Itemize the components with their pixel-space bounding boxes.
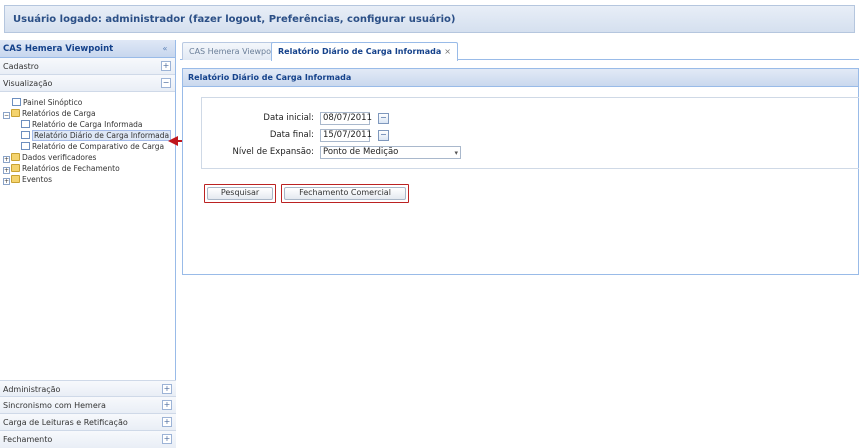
sidebar-header: CAS Hemera Viewpoint « [0, 40, 175, 58]
nivel-expansao-select[interactable]: Ponto de Medição ▾ [320, 146, 461, 159]
tab-label: Relatório Diário de Carga Informada [278, 47, 442, 56]
tree-toggle-icon[interactable]: + [3, 156, 10, 163]
nivel-expansao-label: Nível de Expansão: [232, 147, 314, 157]
tree-item-relatorio-comparativo-carga[interactable]: Relatório de Comparativo de Carga [21, 141, 164, 152]
accordion-label: Administração [3, 385, 61, 394]
tree-toggle-icon[interactable]: − [3, 112, 10, 119]
sidebar-bottom-sections: Administração + Sincronismo com Hemera +… [0, 380, 176, 448]
accordion-label: Sincronismo com Hemera [3, 401, 106, 410]
tree-item-painel-sinoptico[interactable]: Painel Sinóptico [12, 97, 82, 108]
tree-item-relatorio-carga-informada[interactable]: Relatório de Carga Informada [21, 119, 143, 130]
document-icon [21, 131, 30, 139]
expand-icon[interactable]: + [162, 434, 172, 444]
report-panel-title: Relatório Diário de Carga Informada [188, 73, 352, 82]
collapse-section-icon[interactable]: − [161, 78, 171, 88]
accordion-label: Carga de Leituras e Retificação [3, 418, 128, 427]
folder-icon [11, 153, 20, 161]
pesquisar-highlight: Pesquisar [204, 184, 276, 203]
expand-icon[interactable]: + [161, 61, 171, 71]
folder-icon [11, 109, 20, 117]
tab-relatorio-diario[interactable]: Relatório Diário de Carga Informada × [271, 42, 458, 61]
report-panel-header: Relatório Diário de Carga Informada [182, 68, 859, 87]
accordion-carga-leituras[interactable]: Carga de Leituras e Retificação + [0, 414, 176, 431]
document-icon [21, 142, 30, 150]
accordion-label: Fechamento [3, 435, 53, 444]
accordion-sincronismo[interactable]: Sincronismo com Hemera + [0, 397, 176, 414]
folder-icon [11, 175, 20, 183]
tree-item-relatorio-diario-carga-informada[interactable]: Relatório Diário de Carga Informada [21, 130, 172, 141]
sidebar-title: CAS Hemera Viewpoint [3, 44, 114, 54]
user-logged-text[interactable]: Usuário logado: administrador (fazer log… [13, 14, 456, 25]
tree-item-relatorios-de-carga[interactable]: − Relatórios de Carga [3, 108, 96, 119]
pesquisar-button[interactable]: Pesquisar [207, 187, 273, 200]
main-panel: CAS Hemera Viewpoint Relatório Diário de… [180, 40, 859, 448]
accordion-visualizacao[interactable]: Visualização − [0, 75, 175, 92]
user-banner: Usuário logado: administrador (fazer log… [4, 5, 855, 33]
filter-fieldset: Data inicial: 08/07/2011 Data final: 15/… [201, 97, 859, 169]
tree-item-eventos[interactable]: + Eventos [3, 174, 52, 185]
selected-value: Ponto de Medição [323, 147, 399, 157]
data-final-label: Data final: [269, 130, 314, 140]
tree-item-relatorios-de-fechamento[interactable]: + Relatórios de Fechamento [3, 163, 120, 174]
tab-bar: CAS Hemera Viewpoint Relatório Diário de… [180, 40, 859, 61]
expand-icon[interactable]: + [162, 417, 172, 427]
fechamento-highlight: Fechamento Comercial [281, 184, 409, 203]
collapse-icon[interactable]: « [159, 43, 171, 55]
chevron-down-icon[interactable]: ▾ [454, 148, 458, 159]
accordion-cadastro[interactable]: Cadastro + [0, 58, 175, 75]
expand-icon[interactable]: + [162, 400, 172, 410]
folder-icon [11, 164, 20, 172]
calendar-icon[interactable] [378, 113, 389, 124]
fechamento-comercial-button[interactable]: Fechamento Comercial [284, 187, 406, 200]
data-final-field[interactable]: 15/07/2011 [320, 129, 372, 142]
tree-toggle-icon[interactable]: + [3, 167, 10, 174]
tree-item-dados-verificadores[interactable]: + Dados verificadores [3, 152, 96, 163]
accordion-administracao[interactable]: Administração + [0, 380, 176, 397]
close-icon[interactable]: × [444, 43, 451, 60]
accordion-fechamento[interactable]: Fechamento + [0, 431, 176, 448]
expand-icon[interactable]: + [162, 384, 172, 394]
data-inicial-field[interactable]: 08/07/2011 [320, 112, 372, 125]
tree-toggle-icon[interactable]: + [3, 178, 10, 185]
accordion-label: Visualização [3, 79, 53, 88]
document-icon [12, 98, 21, 106]
accordion-label: Cadastro [3, 62, 39, 71]
document-icon [21, 120, 30, 128]
calendar-icon[interactable] [378, 130, 389, 141]
top-bar: Usuário logado: administrador (fazer log… [0, 0, 859, 37]
sidebar: CAS Hemera Viewpoint « Cadastro + Visual… [0, 40, 176, 448]
tab-label: CAS Hemera Viewpoint [189, 47, 282, 56]
data-inicial-label: Data inicial: [263, 113, 314, 123]
report-panel-body: Data inicial: 08/07/2011 Data final: 15/… [182, 87, 859, 275]
